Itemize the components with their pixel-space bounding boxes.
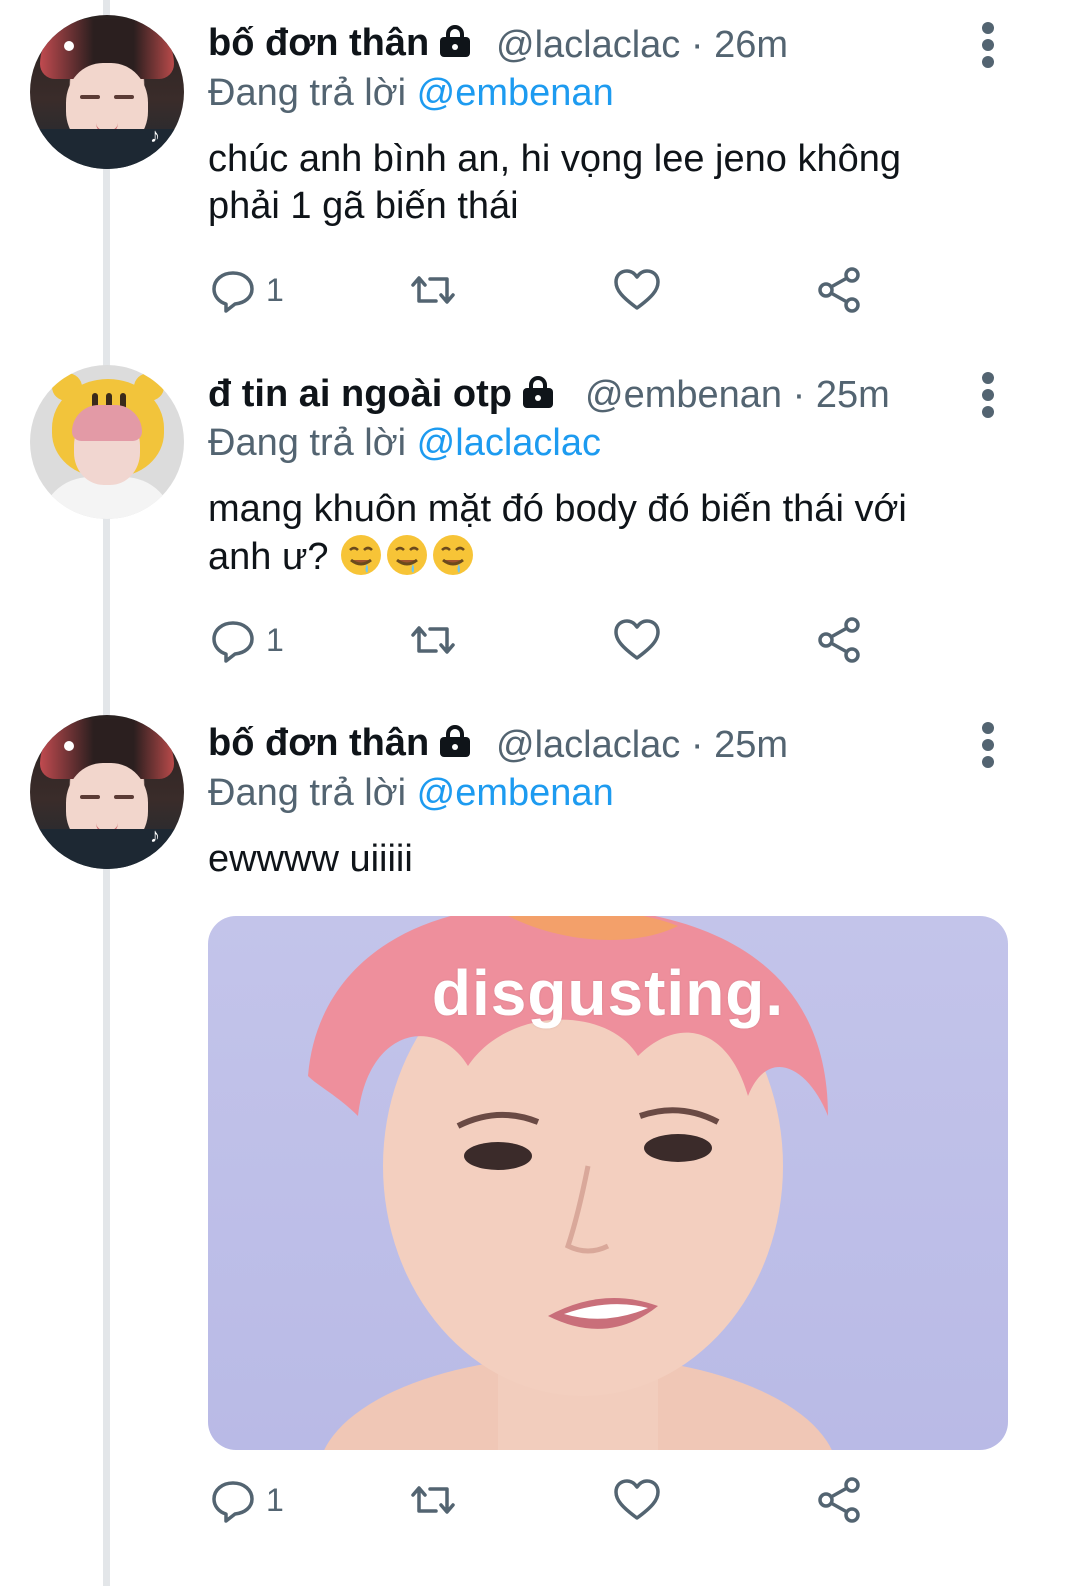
tweet-text: chúc anh bình an, hi vọng lee jeno không…	[208, 138, 901, 227]
avatar[interactable]	[30, 365, 184, 519]
retweet-icon	[411, 276, 455, 304]
drooling-face-icon	[341, 535, 382, 575]
timestamp[interactable]: · 25m	[793, 374, 890, 416]
handle[interactable]: @laclaclac	[496, 724, 680, 766]
retweet-icon	[411, 626, 455, 654]
reply-count: 1	[266, 1481, 284, 1518]
timestamp[interactable]: · 25m	[691, 724, 788, 766]
like-icon	[614, 619, 660, 660]
display-name[interactable]: đ tin ai ngoài otp	[208, 373, 556, 416]
retweet-button[interactable]	[408, 615, 458, 665]
handle-time: @laclaclac · 25m	[496, 724, 788, 767]
reply-button[interactable]: 1	[208, 265, 284, 315]
reply-button[interactable]: 1	[208, 615, 284, 665]
replying-to: Đang trả lời @embenan	[208, 72, 614, 114]
lock-icon	[520, 375, 556, 408]
retweet-button[interactable]	[408, 265, 458, 315]
reply-icon	[212, 1481, 254, 1523]
lock-icon	[437, 24, 473, 57]
handle-time: @embenan · 25m	[585, 374, 890, 417]
share-button[interactable]	[814, 1475, 864, 1525]
display-name[interactable]: bố đơn thân	[208, 22, 473, 65]
lock-icon	[437, 724, 473, 757]
drooling-face-icon	[387, 535, 428, 575]
tweet-text: ewwww uiiiii	[208, 838, 413, 880]
more-icon[interactable]	[978, 370, 998, 420]
retweet-icon	[411, 1486, 455, 1514]
share-icon	[818, 1477, 860, 1523]
handle-time: @laclaclac · 26m	[496, 24, 788, 67]
share-button[interactable]	[814, 265, 864, 315]
avatar[interactable]: ♪	[30, 715, 184, 869]
share-icon	[818, 267, 860, 313]
mention-link[interactable]: @embenan	[417, 772, 614, 814]
handle[interactable]: @embenan	[585, 374, 782, 416]
avatar[interactable]: ♪	[30, 15, 184, 169]
reply-button[interactable]: 1	[208, 1475, 284, 1525]
tweet-actions: 1	[208, 265, 1028, 315]
like-icon	[614, 1479, 660, 1520]
reply-icon	[212, 271, 254, 313]
reply-count: 1	[266, 621, 284, 658]
like-button[interactable]	[612, 265, 662, 315]
like-button[interactable]	[612, 1475, 662, 1525]
display-name[interactable]: bố đơn thân	[208, 722, 473, 765]
more-icon[interactable]	[978, 720, 998, 770]
handle[interactable]: @laclaclac	[496, 24, 680, 66]
retweet-button[interactable]	[408, 1475, 458, 1525]
tweet-actions: 1	[208, 1475, 1028, 1525]
tweet-actions: 1	[208, 615, 1028, 665]
replying-to: Đang trả lời @embenan	[208, 772, 614, 814]
media-caption: disgusting.	[431, 957, 785, 1029]
replying-to: Đang trả lời @laclaclac	[208, 422, 601, 464]
mention-link[interactable]: @embenan	[417, 72, 614, 114]
tweet-media-image[interactable]: disgusting.	[208, 916, 1008, 1450]
share-button[interactable]	[814, 615, 864, 665]
more-icon[interactable]	[978, 20, 998, 70]
timestamp[interactable]: · 26m	[691, 24, 788, 66]
tweet-text: mang khuôn mặt đó body đó biến thái với …	[208, 488, 907, 578]
share-icon	[818, 617, 860, 663]
drooling-face-icon	[433, 535, 474, 575]
reply-icon	[212, 621, 254, 663]
like-icon	[614, 269, 660, 310]
reply-count: 1	[266, 271, 284, 308]
mention-link[interactable]: @laclaclac	[417, 422, 601, 464]
like-button[interactable]	[612, 615, 662, 665]
